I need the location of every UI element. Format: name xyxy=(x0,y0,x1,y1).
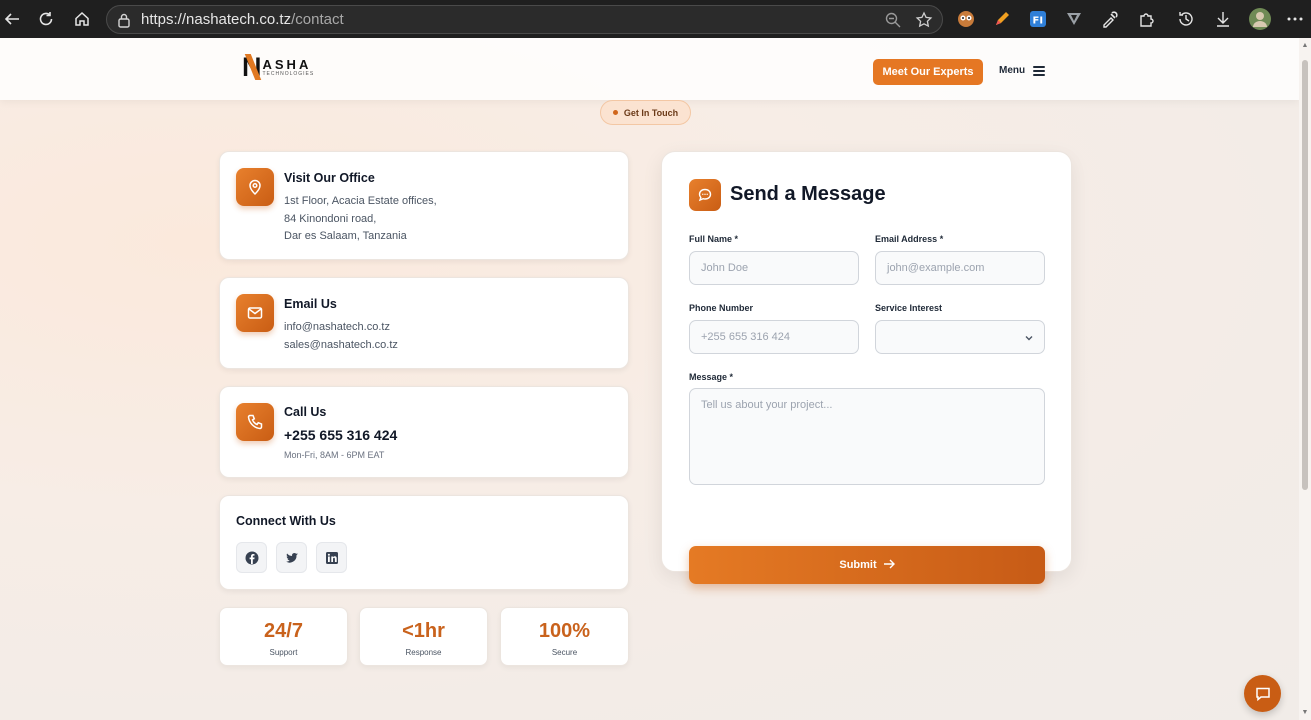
twitter-icon[interactable] xyxy=(276,542,307,573)
phone-number-link[interactable]: +255 655 316 424 xyxy=(284,427,397,443)
stat-response: <1hr Response xyxy=(359,607,488,666)
form-title: Send a Message xyxy=(730,183,886,205)
stat-value: 24/7 xyxy=(264,620,303,642)
badge-label: Get In Touch xyxy=(623,107,679,118)
extension-pencil-icon[interactable] xyxy=(992,9,1012,29)
mail-icon xyxy=(236,294,274,332)
home-icon[interactable] xyxy=(70,7,94,31)
office-address-line: Dar es Salaam, Tanzania xyxy=(284,230,407,242)
stat-label: Secure xyxy=(551,648,578,657)
contact-page: N ASHA TECHNOLOGIES Meet Our Experts Men… xyxy=(0,38,1311,720)
get-in-touch-badge: Get In Touch xyxy=(600,100,691,125)
service-interest-select[interactable] xyxy=(875,320,1045,354)
message-label: Message * xyxy=(689,372,734,382)
menu-button[interactable]: Menu xyxy=(999,65,1046,76)
arrow-right-icon xyxy=(883,558,895,573)
service-interest-label: Service Interest xyxy=(875,303,943,313)
stat-value: <1hr xyxy=(402,620,445,642)
call-title: Call Us xyxy=(284,405,327,419)
address-bar[interactable]: https://nashatech.co.tz/contact xyxy=(106,5,943,34)
facebook-icon[interactable] xyxy=(236,542,267,573)
connect-title: Connect With Us xyxy=(236,514,336,528)
chat-bubble-icon xyxy=(689,179,721,211)
favorite-star-icon[interactable] xyxy=(915,11,933,34)
logo[interactable]: N ASHA TECHNOLOGIES xyxy=(242,54,314,81)
message-textarea[interactable]: Tell us about your project... xyxy=(689,388,1045,485)
phone-number-input[interactable]: +255 655 316 424 xyxy=(689,320,859,354)
logo-name: ASHA xyxy=(262,57,312,72)
email-link-sales[interactable]: sales@nashatech.co.tz xyxy=(284,339,398,351)
stat-secure: 100% Secure xyxy=(500,607,629,666)
connect-card: Connect With Us xyxy=(219,495,629,590)
download-icon[interactable] xyxy=(1213,9,1233,29)
submit-button[interactable]: Submit xyxy=(689,546,1045,584)
linkedin-icon[interactable] xyxy=(316,542,347,573)
extension-fi-icon[interactable]: FI xyxy=(1028,9,1048,29)
submit-label: Submit xyxy=(839,559,877,571)
profile-avatar[interactable] xyxy=(1248,7,1272,31)
full-name-input[interactable]: John Doe xyxy=(689,251,859,285)
call-card: Call Us +255 655 316 424 Mon-Fri, 8AM - … xyxy=(219,386,629,478)
logo-mark: N xyxy=(242,54,261,81)
history-icon[interactable] xyxy=(1176,9,1196,29)
office-address-line: 1st Floor, Acacia Estate offices, xyxy=(284,195,437,207)
chat-widget-button[interactable] xyxy=(1244,675,1281,712)
office-card: Visit Our Office 1st Floor, Acacia Estat… xyxy=(219,151,629,260)
chat-icon xyxy=(1255,687,1270,701)
extension-dropper-icon[interactable] xyxy=(1100,9,1120,29)
phone-icon xyxy=(236,403,274,441)
email-title: Email Us xyxy=(284,297,337,311)
scrollbar-thumb[interactable] xyxy=(1302,60,1308,490)
scroll-up-icon[interactable]: ▲ xyxy=(1301,42,1309,49)
site-header: N ASHA TECHNOLOGIES Meet Our Experts Men… xyxy=(0,38,1299,100)
scroll-down-icon[interactable]: ▼ xyxy=(1301,709,1309,716)
extension-owl-icon[interactable] xyxy=(956,9,976,29)
meet-our-experts-button[interactable]: Meet Our Experts xyxy=(873,59,983,85)
extensions-puzzle-icon[interactable] xyxy=(1137,9,1157,29)
more-menu-icon[interactable] xyxy=(1285,9,1305,29)
call-hours: Mon-Fri, 8AM - 6PM EAT xyxy=(284,450,385,460)
extension-v-icon[interactable] xyxy=(1064,9,1084,29)
svg-text:FI: FI xyxy=(1033,16,1044,27)
stat-support: 24/7 Support xyxy=(219,607,348,666)
lock-icon xyxy=(117,12,131,33)
email-link-info[interactable]: info@nashatech.co.tz xyxy=(284,321,390,333)
stat-label: Support xyxy=(269,648,298,657)
url-text: https://nashatech.co.tz/contact xyxy=(141,11,344,28)
phone-number-label: Phone Number xyxy=(689,303,754,313)
full-name-label: Full Name * xyxy=(689,234,739,244)
office-address-line: 84 Kinondoni road, xyxy=(284,213,377,225)
back-icon[interactable] xyxy=(0,7,24,31)
logo-tagline: TECHNOLOGIES xyxy=(262,71,315,77)
browser-toolbar: https://nashatech.co.tz/contact FI xyxy=(0,0,1311,38)
chevron-down-icon xyxy=(1024,333,1034,346)
page-scrollbar[interactable]: ▲ ▼ xyxy=(1299,38,1311,720)
zoom-icon[interactable] xyxy=(884,11,902,34)
email-address-input[interactable]: john@example.com xyxy=(875,251,1045,285)
email-card: Email Us info@nashatech.co.tz sales@nash… xyxy=(219,277,629,369)
map-pin-icon xyxy=(236,168,274,206)
stat-label: Response xyxy=(405,648,442,657)
stat-value: 100% xyxy=(538,620,591,642)
contact-form: Send a Message Full Name * John Doe Emai… xyxy=(661,151,1072,584)
badge-dot xyxy=(612,110,618,115)
reload-icon[interactable] xyxy=(34,7,58,31)
menu-label: Menu xyxy=(999,65,1026,76)
office-title: Visit Our Office xyxy=(284,171,375,185)
email-address-label: Email Address * xyxy=(875,234,944,244)
hamburger-icon xyxy=(1033,65,1046,76)
